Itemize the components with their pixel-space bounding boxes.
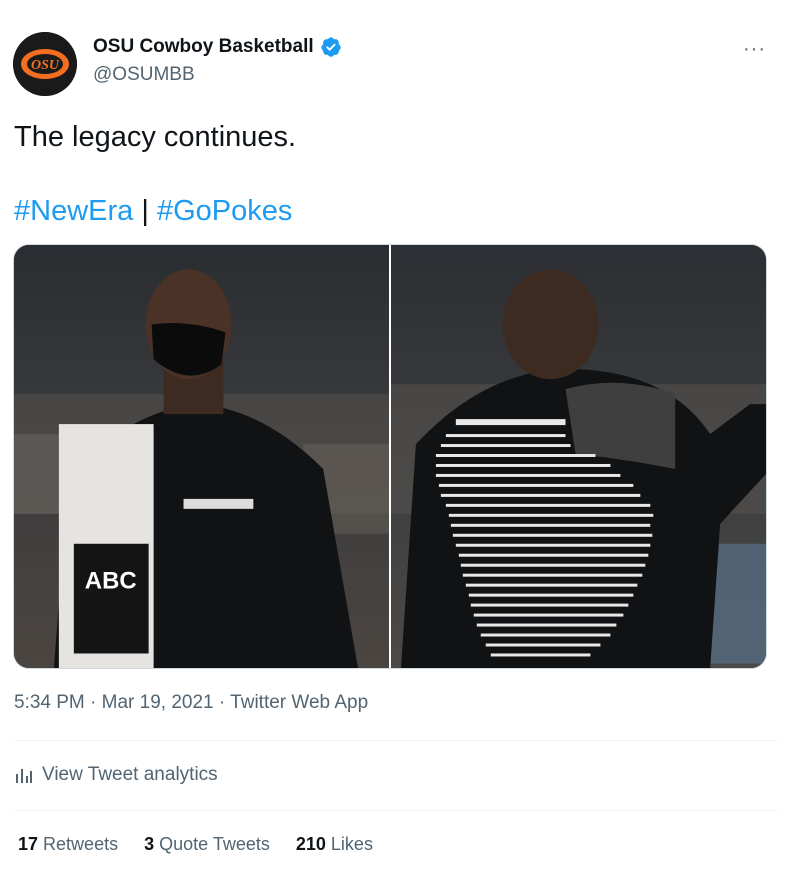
display-name[interactable]: OSU Cowboy Basketball — [93, 36, 314, 58]
hashtag-separator: | — [141, 195, 149, 227]
engagement-stats: 17 Retweets 3 Quote Tweets 210 Likes — [18, 834, 373, 855]
divider — [14, 740, 778, 741]
avatar-text: OSU — [31, 58, 60, 73]
tweet-source[interactable]: Twitter Web App — [230, 692, 368, 713]
media-grid: ABC — [13, 244, 767, 669]
divider — [14, 810, 778, 811]
retweets-label: Retweets — [43, 834, 119, 854]
likes-label: Likes — [330, 834, 373, 854]
avatar[interactable]: OSU — [13, 32, 77, 96]
handle[interactable]: @OSUMBB — [93, 64, 342, 86]
quotes-label: Quote Tweets — [159, 834, 270, 854]
svg-text:ABC: ABC — [85, 568, 137, 595]
likes-count: 210 — [295, 834, 326, 854]
osu-logo-icon: OSU — [13, 32, 77, 96]
hashtag-newera[interactable]: #NewEra — [14, 195, 133, 227]
retweets-count: 17 — [18, 834, 39, 854]
quote-tweets-stat[interactable]: 3 Quote Tweets — [144, 834, 270, 855]
more-options-icon[interactable]: ··· — [743, 38, 766, 61]
photo-front[interactable]: ABC — [14, 245, 389, 668]
retweets-stat[interactable]: 17 Retweets — [18, 834, 118, 855]
tweet-text: The legacy continues. — [14, 121, 297, 153]
meta-dot: · — [90, 692, 102, 713]
photo-front-image: ABC — [14, 245, 389, 668]
tweet-time[interactable]: 5:34 PM — [14, 692, 85, 713]
likes-stat[interactable]: 210 Likes — [296, 834, 373, 855]
quotes-count: 3 — [144, 834, 155, 854]
photo-back-image — [391, 245, 766, 668]
view-analytics-link[interactable]: View Tweet analytics — [14, 764, 218, 786]
meta-dot: · — [218, 692, 231, 713]
analytics-label: View Tweet analytics — [42, 764, 218, 785]
photo-back[interactable] — [391, 245, 766, 668]
analytics-icon — [16, 769, 32, 783]
tweet-metadata: 5:34 PM · Mar 19, 2021 · Twitter Web App — [14, 692, 368, 714]
verified-badge-icon — [321, 37, 341, 57]
tweet: OSU OSU Cowboy Basketball @OSUMBB ··· Th… — [0, 0, 792, 870]
tweet-date[interactable]: Mar 19, 2021 — [102, 692, 214, 713]
hashtag-gopokes[interactable]: #GoPokes — [157, 195, 292, 227]
author-block: OSU Cowboy Basketball @OSUMBB — [93, 36, 342, 86]
hashtag-line: #NewEra | #GoPokes — [14, 192, 292, 230]
